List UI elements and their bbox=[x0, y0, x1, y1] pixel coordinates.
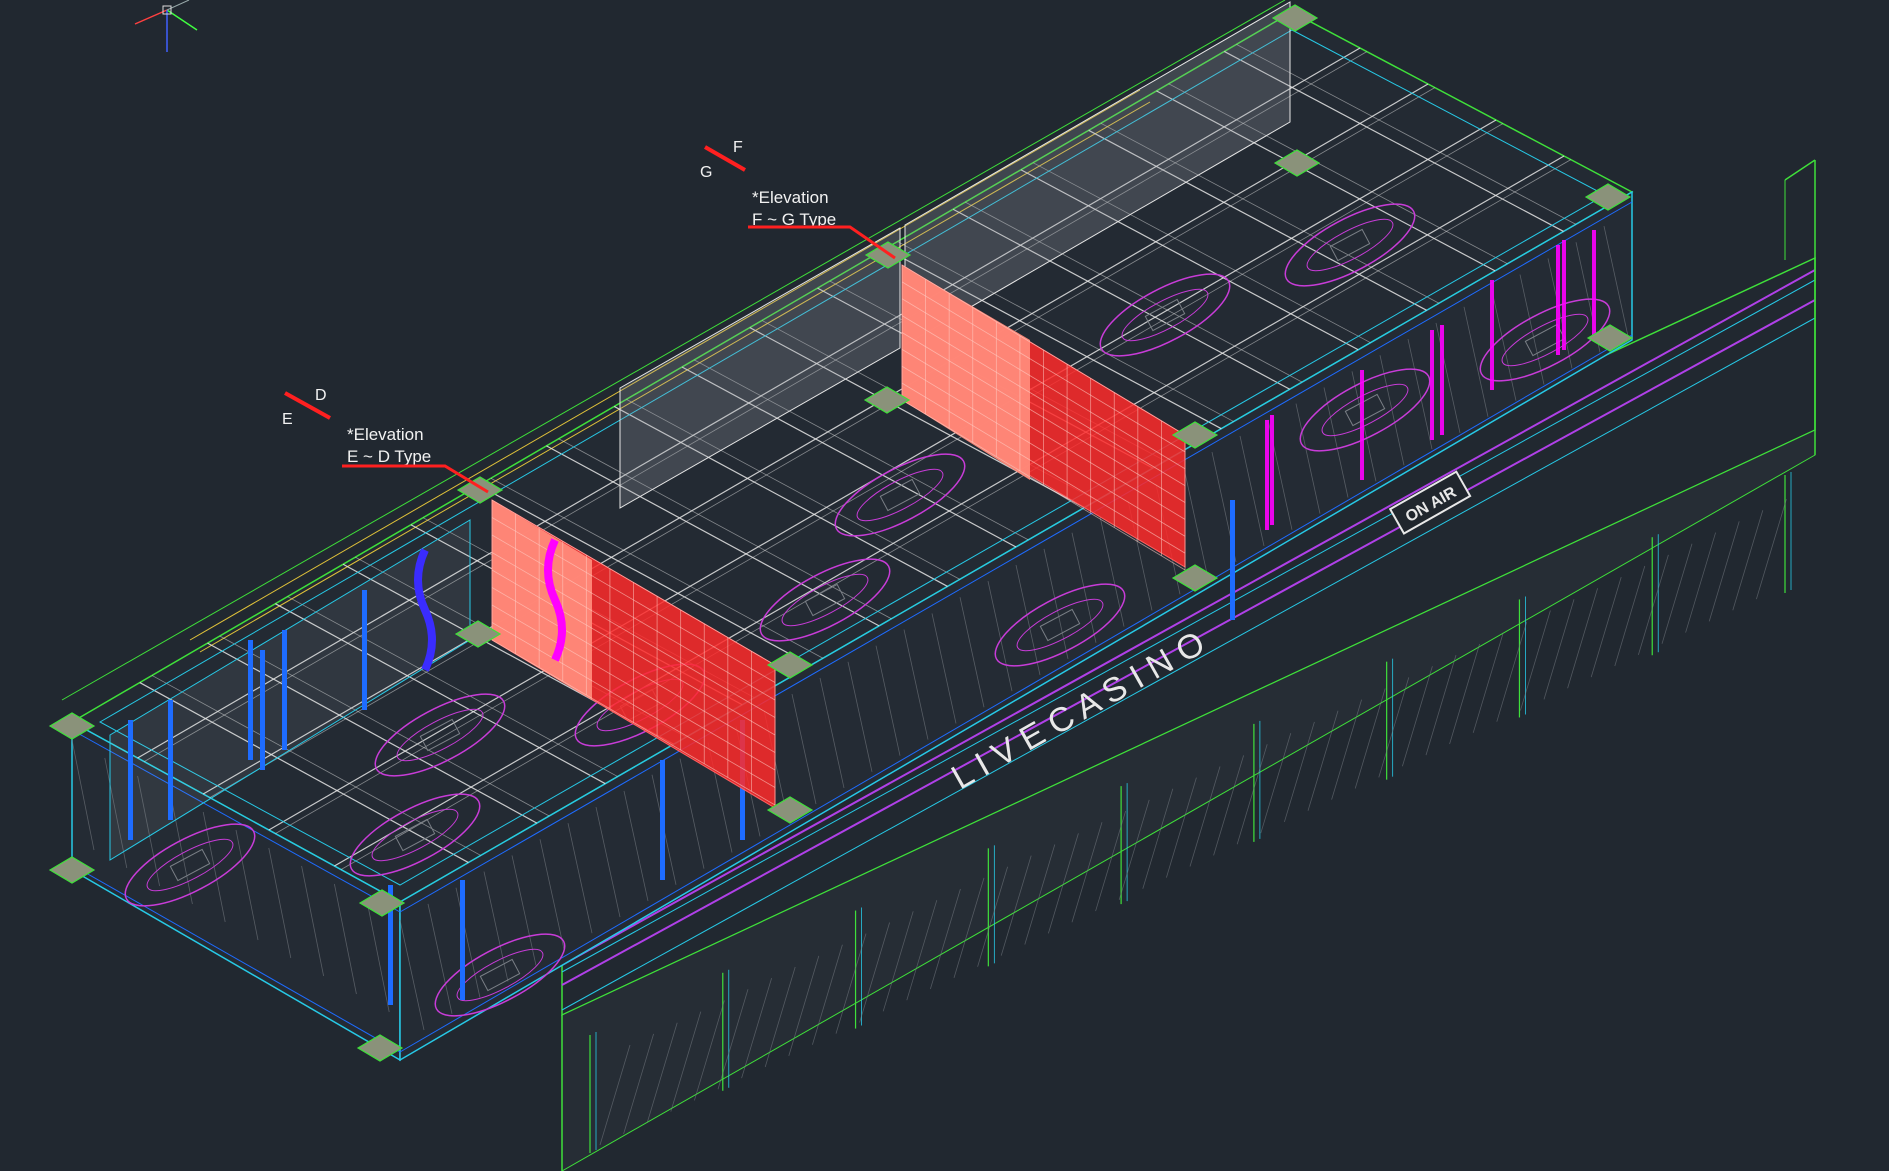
section-label-f: F bbox=[733, 139, 743, 156]
section-label-e: E bbox=[282, 411, 293, 428]
section-marker-fg: F G bbox=[700, 139, 746, 181]
section-label-d: D bbox=[315, 387, 327, 404]
callout-fg-line1: *Elevation bbox=[752, 188, 829, 207]
ucs-axis-icon bbox=[134, 0, 198, 52]
callout-ed-line2: E ~ D Type bbox=[347, 447, 431, 466]
on-air-badge: ON AIR bbox=[1388, 470, 1472, 535]
section-label-g: G bbox=[700, 164, 712, 181]
elevation-callout-ed: *Elevation E ~ D Type bbox=[342, 425, 489, 494]
cad-isometric-viewport[interactable]: D E F G *Elevation E ~ D Type *Elevation… bbox=[0, 0, 1889, 1171]
callout-ed-line1: *Elevation bbox=[347, 425, 424, 444]
section-marker-ed: D E bbox=[282, 387, 331, 428]
